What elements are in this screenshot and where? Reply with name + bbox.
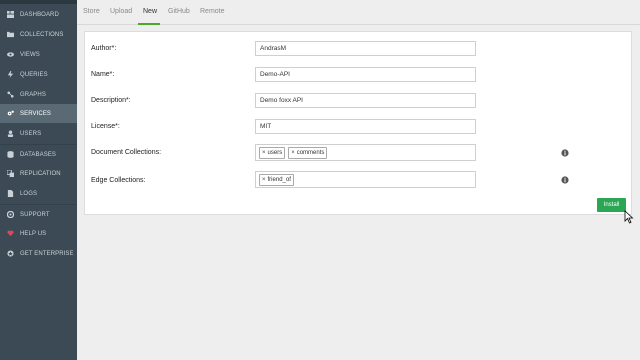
sidebar-item-get-enterprise[interactable]: GET ENTERPRISE xyxy=(0,244,77,263)
tab-store[interactable]: Store xyxy=(83,8,100,15)
replication-icon xyxy=(6,170,14,178)
edge-collections-input[interactable]: × friend_of xyxy=(255,171,476,188)
folder-icon xyxy=(6,31,14,39)
sidebar-top-strip xyxy=(0,0,77,4)
info-icon[interactable] xyxy=(561,149,569,157)
sidebar-item-views[interactable]: VIEWS xyxy=(0,45,77,64)
document-collections-label: Document Collections: xyxy=(91,149,162,156)
document-collections-input[interactable]: × users × comments xyxy=(255,144,476,161)
sidebar-item-collections[interactable]: COLLECTIONS xyxy=(0,25,77,44)
sidebar-item-label: SUPPORT xyxy=(20,211,50,218)
database-icon xyxy=(6,151,14,159)
sidebar-item-label: SERVICES xyxy=(20,110,52,117)
sidebar-item-databases[interactable]: DATABASES xyxy=(0,144,77,164)
sidebar-item-label: HELP US xyxy=(20,230,47,237)
dashboard-icon xyxy=(6,11,14,19)
license-input[interactable]: MIT xyxy=(255,119,476,134)
sidebar-item-logs[interactable]: LOGS xyxy=(0,184,77,203)
heart-icon xyxy=(6,230,14,238)
services-tab-bar: Store Upload New GitHub Remote xyxy=(77,0,640,25)
sidebar-item-queries[interactable]: QUERIES xyxy=(0,65,77,84)
sidebar-item-label: COLLECTIONS xyxy=(20,31,64,38)
tag-label: users xyxy=(267,149,283,156)
eye-icon xyxy=(6,51,14,59)
sidebar-item-support[interactable]: SUPPORT xyxy=(0,204,77,224)
sidebar-item-services[interactable]: SERVICES xyxy=(0,104,77,123)
sidebar-item-label: DASHBOARD xyxy=(20,11,59,18)
install-button[interactable]: Install xyxy=(597,198,626,212)
tag-remove-icon[interactable]: × xyxy=(262,148,266,158)
tab-upload[interactable]: Upload xyxy=(110,8,132,15)
sidebar-item-label: DATABASES xyxy=(20,151,57,158)
sidebar: DASHBOARD COLLECTIONS VIEWS QUERIES GRAP… xyxy=(0,0,77,360)
tag-remove-icon[interactable]: × xyxy=(262,175,266,185)
sidebar-item-dashboard[interactable]: DASHBOARD xyxy=(0,5,77,24)
sidebar-item-help-us[interactable]: HELP US xyxy=(0,224,77,243)
bolt-icon xyxy=(6,71,14,79)
name-label: Name*: xyxy=(91,71,115,78)
mouse-cursor-icon xyxy=(624,210,634,224)
info-icon[interactable] xyxy=(561,176,569,184)
graph-icon xyxy=(6,91,14,99)
cogs-icon xyxy=(6,110,14,118)
support-icon xyxy=(6,211,14,219)
author-input[interactable]: AndrasM xyxy=(255,41,476,56)
sidebar-item-label: QUERIES xyxy=(20,71,48,78)
sidebar-item-graphs[interactable]: GRAPHS xyxy=(0,85,77,104)
file-icon xyxy=(6,190,14,198)
sidebar-item-label: LOGS xyxy=(20,190,38,197)
sidebar-item-label: GRAPHS xyxy=(20,91,46,98)
sidebar-item-label: VIEWS xyxy=(20,51,40,58)
description-label: Description*: xyxy=(91,97,131,104)
author-label: Author*: xyxy=(91,45,117,52)
sidebar-item-label: REPLICATION xyxy=(20,170,61,177)
tag-remove-icon[interactable]: × xyxy=(291,148,295,158)
collection-tag: × users xyxy=(259,146,286,159)
sidebar-item-users[interactable]: USERS xyxy=(0,124,77,143)
collection-tag: × friend_of xyxy=(259,173,294,186)
sidebar-item-replication[interactable]: REPLICATION xyxy=(0,164,77,183)
tag-label: friend_of xyxy=(267,176,291,183)
name-input[interactable]: Demo-API xyxy=(255,67,476,82)
edge-collections-label: Edge Collections: xyxy=(91,177,146,184)
active-tab-indicator xyxy=(138,23,160,25)
enterprise-icon xyxy=(6,250,14,258)
new-service-form: Author*: AndrasM Name*: Demo-API Descrip… xyxy=(84,31,632,215)
collection-tag: × comments xyxy=(288,146,328,159)
tab-remote[interactable]: Remote xyxy=(200,8,225,15)
sidebar-item-label: GET ENTERPRISE xyxy=(20,250,74,257)
description-input[interactable]: Demo foxx API xyxy=(255,93,476,108)
tab-new[interactable]: New xyxy=(143,8,157,15)
tag-label: comments xyxy=(296,149,325,156)
users-icon xyxy=(6,130,14,138)
tab-github[interactable]: GitHub xyxy=(168,8,190,15)
license-label: License*: xyxy=(91,123,120,130)
sidebar-item-label: USERS xyxy=(20,130,42,137)
